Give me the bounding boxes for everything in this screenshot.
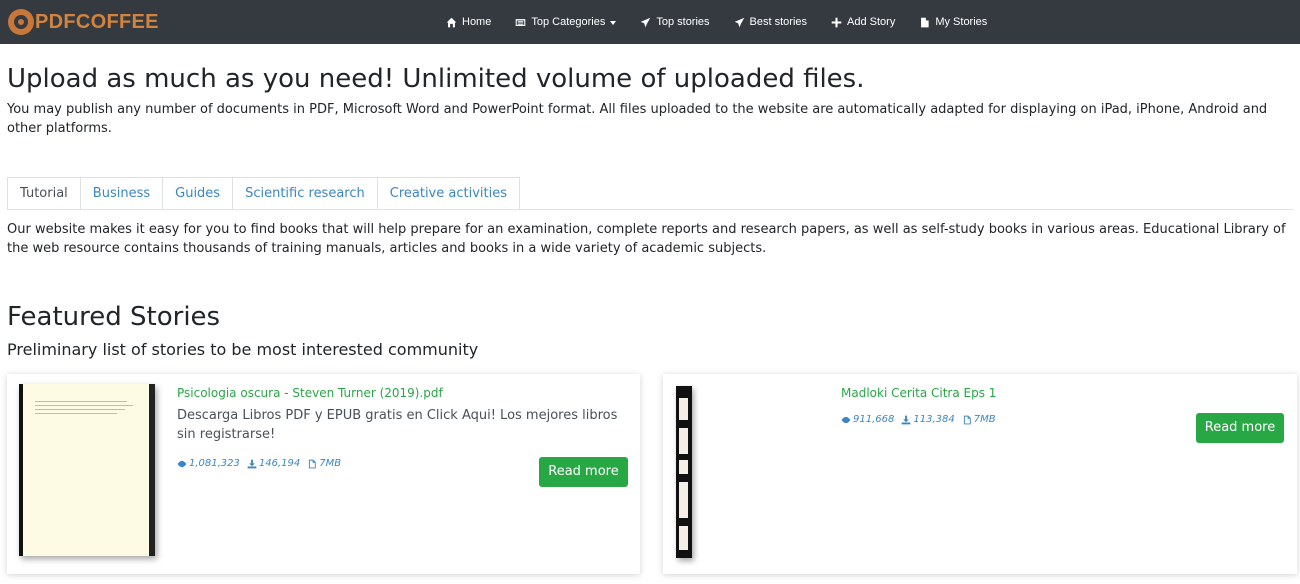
book-thumbnail[interactable] bbox=[676, 386, 692, 558]
tab-content-text: Our website makes it easy for you to fin… bbox=[7, 222, 1286, 256]
tab-creative-activities[interactable]: Creative activities bbox=[376, 177, 520, 209]
read-more-button[interactable]: Read more bbox=[539, 457, 628, 487]
top-navbar: PDFCOFFEE Home Top Categories Top storie… bbox=[0, 0, 1300, 44]
story-title-link[interactable]: Madloki Cerita Citra Eps 1 bbox=[841, 386, 996, 400]
plus-icon bbox=[831, 17, 842, 27]
book-thumbnail[interactable] bbox=[19, 384, 155, 558]
eye-icon bbox=[841, 416, 851, 423]
list-icon bbox=[516, 18, 526, 26]
nav-home-label: Home bbox=[462, 16, 492, 28]
tab-business[interactable]: Business bbox=[79, 177, 164, 209]
downloads-count: 113,384 bbox=[913, 414, 955, 425]
downloads-count: 146,194 bbox=[258, 458, 301, 469]
chevron-down-icon bbox=[610, 20, 617, 25]
nav-my-stories-label: My Stories bbox=[935, 16, 988, 28]
hero-text: You may publish any number of documents … bbox=[7, 102, 1268, 136]
download-icon bbox=[247, 459, 257, 468]
brand-name: PDFCOFFEE bbox=[35, 10, 159, 33]
story-card: Madloki Cerita Citra Eps 1 911,668 113,3… bbox=[663, 374, 1297, 574]
paper-plane-icon bbox=[641, 17, 651, 27]
book-cover bbox=[19, 384, 155, 556]
nav-top-categories-label: Top Categories bbox=[531, 16, 606, 28]
story-card: Psicologia oscura - Steven Turner (2019)… bbox=[7, 374, 640, 574]
size-stat: 7MB bbox=[307, 458, 341, 469]
nav-best-stories[interactable]: Best stories bbox=[734, 16, 807, 28]
file-size: 7MB bbox=[319, 458, 342, 469]
eye-icon bbox=[177, 460, 187, 467]
file-size: 7MB bbox=[973, 414, 996, 425]
brand-logo[interactable]: PDFCOFFEE bbox=[8, 6, 159, 38]
coffee-icon bbox=[8, 9, 34, 35]
story-title-link[interactable]: Psicologia oscura - Steven Turner (2019)… bbox=[177, 386, 443, 400]
file-icon bbox=[309, 459, 317, 468]
downloads-stat: 113,384 bbox=[901, 414, 955, 425]
featured-subtitle: Preliminary list of stories to be most i… bbox=[7, 340, 479, 359]
cover-text-lines bbox=[35, 401, 137, 414]
tab-tutorial[interactable]: Tutorial bbox=[7, 177, 81, 209]
cover-lettering bbox=[23, 390, 149, 396]
tab-guides[interactable]: Guides bbox=[162, 177, 234, 209]
featured-title: Featured Stories bbox=[7, 302, 221, 332]
story-stats: 1,081,323 146,194 7MB bbox=[177, 458, 348, 469]
page-title: Upload as much as you need! Unlimited vo… bbox=[7, 64, 865, 94]
views-count: 1,081,323 bbox=[189, 458, 240, 469]
home-icon bbox=[446, 17, 457, 27]
file-icon bbox=[963, 415, 971, 424]
paper-plane-icon bbox=[734, 17, 744, 27]
downloads-stat: 146,194 bbox=[247, 458, 300, 469]
read-more-button[interactable]: Read more bbox=[1196, 413, 1284, 443]
views-stat: 1,081,323 bbox=[177, 458, 240, 469]
nav-top-stories[interactable]: Top stories bbox=[640, 16, 710, 28]
story-stats: 911,668 113,384 7MB bbox=[841, 414, 1003, 425]
nav-add-story-label: Add Story bbox=[847, 16, 896, 28]
download-icon bbox=[901, 415, 911, 424]
file-icon bbox=[921, 17, 929, 27]
featured-cards: Psicologia oscura - Steven Turner (2019)… bbox=[7, 374, 1297, 584]
nav-home[interactable]: Home bbox=[446, 16, 491, 28]
story-description: Descarga Libros PDF y EPUB gratis en Cli… bbox=[177, 408, 618, 442]
size-stat: 7MB bbox=[962, 414, 996, 425]
category-tabs: Tutorial Business Guides Scientific rese… bbox=[7, 177, 1293, 210]
main-nav: Home Top Categories Top stories Best sto… bbox=[446, 0, 1011, 44]
nav-best-stories-label: Best stories bbox=[749, 16, 808, 28]
nav-top-stories-label: Top stories bbox=[656, 16, 710, 28]
main-content: Upload as much as you need! Unlimited vo… bbox=[0, 64, 1300, 584]
views-stat: 911,668 bbox=[841, 414, 894, 425]
views-count: 911,668 bbox=[853, 414, 895, 425]
nav-top-categories[interactable]: Top Categories bbox=[515, 16, 617, 28]
nav-my-stories[interactable]: My Stories bbox=[919, 16, 987, 28]
nav-add-story[interactable]: Add Story bbox=[831, 16, 895, 28]
tab-scientific-research[interactable]: Scientific research bbox=[232, 177, 378, 209]
